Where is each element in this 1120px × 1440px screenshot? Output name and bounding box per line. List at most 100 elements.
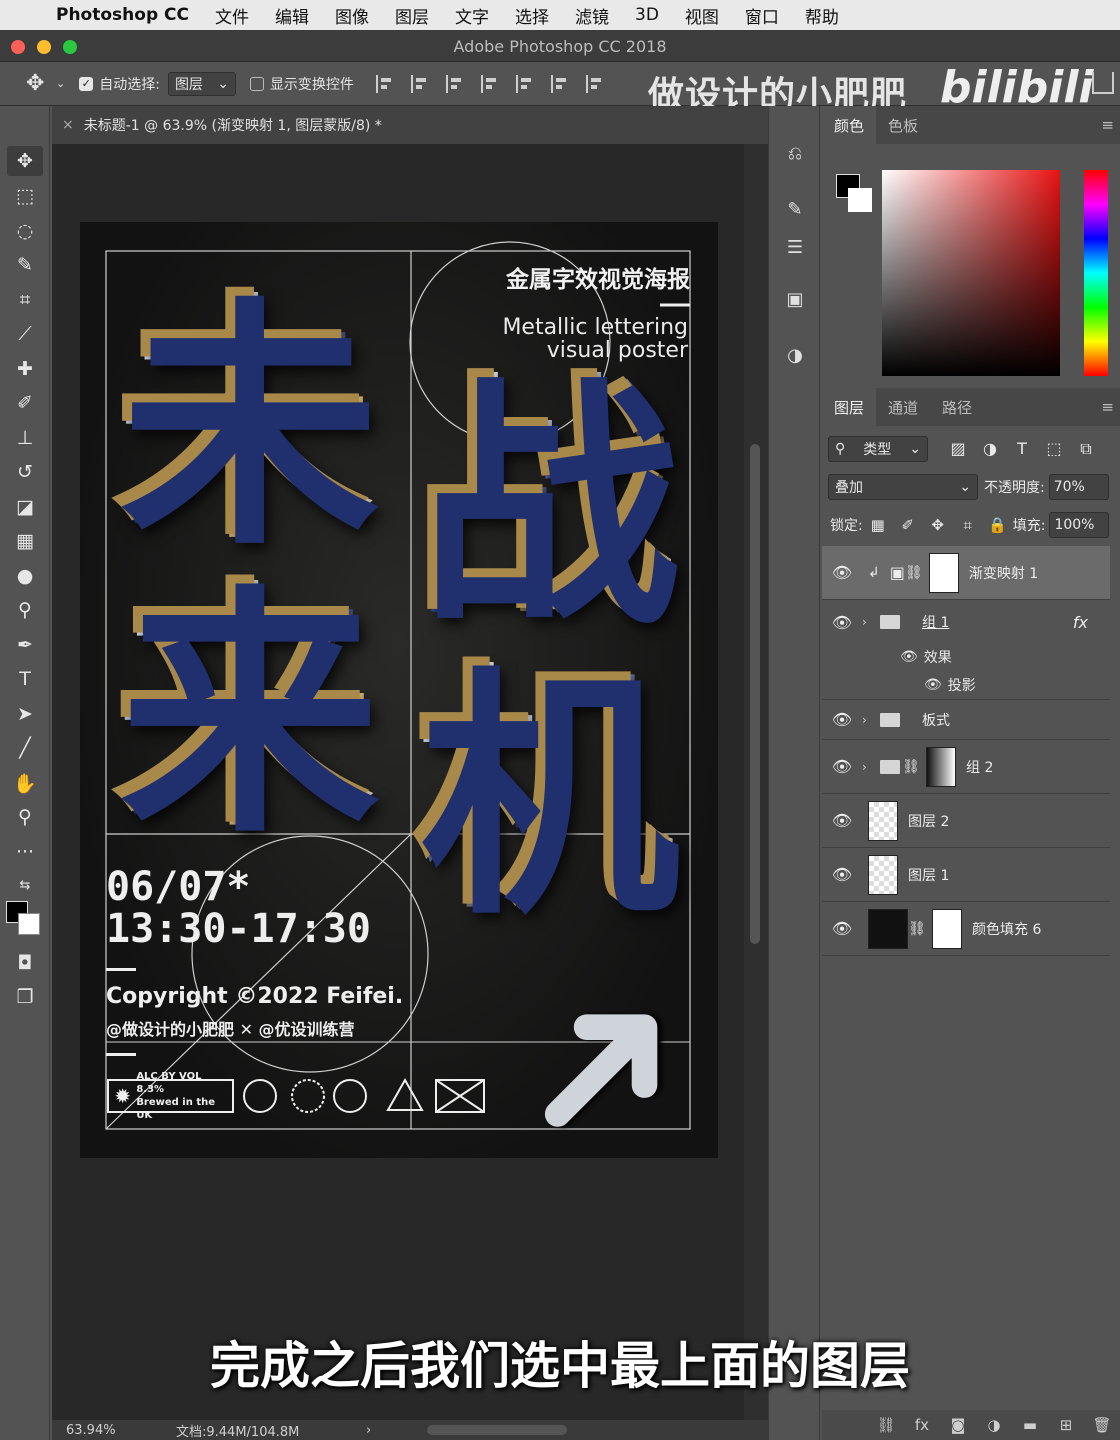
tab-layers[interactable]: 图层 [822, 388, 877, 426]
hue-slider[interactable] [1084, 170, 1108, 376]
layer-name[interactable]: 图层 1 [908, 865, 949, 885]
link-layers-icon[interactable]: ⛓ [868, 1416, 904, 1434]
lasso-tool-icon[interactable]: ◌ [7, 216, 43, 246]
eraser-tool-icon[interactable]: ◪ [7, 492, 43, 522]
color-saturation-field[interactable] [882, 170, 1060, 376]
align-right-icon[interactable] [550, 74, 569, 93]
layer-row-group-2[interactable]: 👁 › ⛓ 组 2 [822, 740, 1110, 794]
layer-name[interactable]: 颜色填充 6 [972, 919, 1041, 939]
layer-thumbnail[interactable] [868, 854, 898, 895]
lock-image-icon[interactable]: ✐ [893, 516, 923, 534]
link-icon[interactable]: ⛓ [905, 565, 923, 581]
menu-view[interactable]: 视图 [685, 3, 719, 28]
layer-thumbnail[interactable] [868, 800, 898, 841]
background-color-swatch[interactable] [18, 913, 40, 935]
pen-tool-icon[interactable]: ✒ [7, 630, 43, 660]
adjustment-layer-icon[interactable]: ◑ [976, 1416, 1012, 1434]
zoom-level[interactable]: 63.94% [66, 1423, 176, 1438]
auto-select-checkbox[interactable]: ✓ [79, 76, 94, 91]
layer-name[interactable]: 渐变映射 1 [969, 563, 1038, 583]
screen-mode-icon[interactable]: ❐ [7, 982, 43, 1012]
path-selection-tool-icon[interactable]: ➤ [7, 699, 43, 729]
eye-icon[interactable]: 👁 [822, 811, 862, 830]
layer-mask-thumbnail[interactable] [928, 552, 959, 593]
link-icon[interactable]: ⛓ [902, 759, 920, 775]
align-bottom-icon[interactable] [445, 74, 464, 93]
adjustments-panel-icon[interactable]: ◑ [782, 342, 808, 368]
layer-row-layer-2[interactable]: 👁 图层 2 [822, 794, 1110, 848]
fx-icon[interactable]: fx [1073, 613, 1088, 632]
scroll-thumb[interactable] [750, 444, 760, 944]
move-tool-preset-icon[interactable]: ✥ [26, 71, 48, 96]
auto-select-dropdown[interactable]: 图层 ⌄ [167, 71, 236, 96]
hand-tool-icon[interactable]: ✋ [7, 768, 43, 798]
lock-transparent-icon[interactable]: ▦ [863, 516, 893, 534]
eye-icon[interactable]: 👁 [822, 613, 862, 632]
menu-file[interactable]: 文件 [215, 3, 249, 28]
add-mask-icon[interactable]: ◙ [940, 1416, 976, 1434]
lock-artboard-icon[interactable]: ⌗ [953, 516, 983, 534]
fill-thumbnail[interactable] [868, 908, 908, 949]
link-icon[interactable]: ⛓ [908, 921, 926, 937]
more-tools-icon[interactable]: ··· [7, 837, 43, 867]
quick-select-tool-icon[interactable]: ✎ [7, 250, 43, 280]
history-panel-icon[interactable]: ⎌ [782, 140, 808, 166]
line-tool-icon[interactable]: ╱ [7, 733, 43, 763]
menu-image[interactable]: 图像 [335, 3, 369, 28]
layer-mask-thumbnail[interactable] [932, 908, 962, 949]
zoom-tool-icon[interactable]: ⚲ [7, 802, 43, 832]
drop-shadow-row[interactable]: 👁 投影 [822, 670, 1110, 700]
horizontal-scroll-thumb[interactable] [427, 1425, 568, 1435]
layer-filter-dropdown[interactable]: ⚲ 类型 ⌄ [828, 436, 928, 462]
swap-colors-icon[interactable]: ⇆ [7, 870, 43, 900]
gradient-tool-icon[interactable]: ▦ [7, 526, 43, 556]
eye-icon[interactable]: 👁 [822, 757, 862, 776]
distribute-icon[interactable] [585, 74, 604, 93]
chevron-right-icon[interactable]: › [862, 760, 876, 774]
eye-icon[interactable]: 👁 [822, 865, 862, 884]
layer-name[interactable]: 组 1 [922, 612, 949, 632]
menu-edit[interactable]: 编辑 [275, 3, 309, 28]
layer-row-group-1[interactable]: 👁 › 组 1 fx [822, 600, 1110, 644]
blur-tool-icon[interactable]: ● [7, 561, 43, 591]
eye-icon[interactable]: 👁 [822, 710, 862, 729]
lock-position-icon[interactable]: ✥ [923, 516, 953, 534]
vertical-scrollbar[interactable] [744, 144, 768, 1420]
layer-name[interactable]: 图层 2 [908, 811, 949, 831]
libraries-panel-icon[interactable]: ▣ [782, 286, 808, 312]
group-mask-thumbnail[interactable] [926, 746, 956, 787]
brush-settings-icon[interactable]: ✎ [782, 196, 808, 222]
menu-select[interactable]: 选择 [515, 3, 549, 28]
panel-menu-icon[interactable]: ≡ [1101, 116, 1114, 134]
pixel-filter-icon[interactable]: ▨ [942, 439, 974, 459]
move-tool-icon[interactable]: ✥ [7, 146, 43, 176]
eye-icon[interactable]: 👁 [822, 919, 862, 938]
menu-layer[interactable]: 图层 [395, 3, 429, 28]
history-brush-tool-icon[interactable]: ↺ [7, 457, 43, 487]
tab-color[interactable]: 颜色 [822, 106, 877, 144]
show-transform-checkbox[interactable] [249, 76, 264, 91]
new-group-icon[interactable]: ▬ [1012, 1416, 1048, 1434]
menu-window[interactable]: 窗口 [745, 3, 779, 28]
crop-tool-icon[interactable]: ⌗ [7, 285, 43, 315]
document-tab[interactable]: × 未标题-1 @ 63.9% (渐变映射 1, 图层蒙版/8) * [52, 106, 768, 144]
trash-icon[interactable]: 🗑 [1084, 1416, 1120, 1434]
blend-mode-dropdown[interactable]: 叠加 ⌄ [828, 474, 978, 500]
color-background-swatch[interactable] [848, 188, 872, 212]
quick-mask-icon[interactable]: ◘ [7, 948, 43, 978]
fill-input[interactable]: 100% [1049, 512, 1110, 538]
tab-channels[interactable]: 通道 [876, 388, 930, 426]
fx-icon[interactable]: fx [904, 1416, 940, 1434]
opacity-input[interactable]: 70% [1048, 474, 1109, 500]
type-tool-icon[interactable]: T [7, 664, 43, 694]
menu-app-name[interactable]: Photoshop CC [56, 5, 189, 25]
close-icon[interactable]: × [62, 117, 74, 133]
align-top-icon[interactable] [375, 74, 394, 93]
healing-brush-tool-icon[interactable]: ✚ [7, 354, 43, 384]
layer-row-color-fill[interactable]: 👁 ⛓ 颜色填充 6 [822, 902, 1110, 956]
align-vertical-center-icon[interactable] [410, 74, 429, 93]
layer-row-layout[interactable]: 👁 › 板式 [822, 700, 1110, 740]
chevron-right-icon[interactable]: › [862, 713, 876, 727]
type-filter-icon[interactable]: T [1006, 439, 1038, 459]
menu-3d[interactable]: 3D [635, 5, 659, 25]
